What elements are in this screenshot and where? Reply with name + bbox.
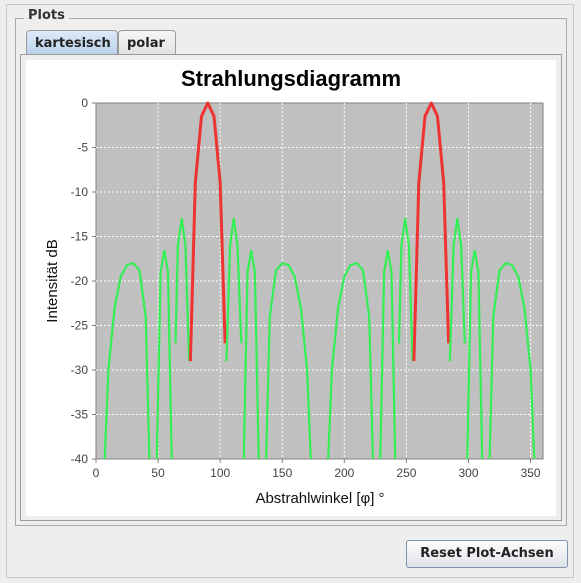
y-tick-label: -40 bbox=[71, 452, 89, 466]
y-tick-label: -30 bbox=[71, 363, 89, 377]
x-tick-label: 100 bbox=[210, 466, 230, 480]
y-tick-label: -15 bbox=[71, 230, 89, 244]
y-tick-label: -25 bbox=[71, 319, 89, 333]
y-axis-label: Intensität dB bbox=[44, 239, 61, 322]
x-tick-label: 50 bbox=[151, 466, 165, 480]
x-tick-label: 200 bbox=[334, 466, 354, 480]
x-tick-label: 0 bbox=[93, 466, 100, 480]
x-axis-label: Abstrahlwinkel [φ] ° bbox=[255, 490, 384, 507]
y-tick-label: -5 bbox=[77, 141, 88, 155]
plot-area[interactable] bbox=[95, 102, 544, 460]
y-tick-label: -20 bbox=[71, 274, 89, 288]
x-tick-label: 350 bbox=[521, 466, 541, 480]
y-tick-label: 0 bbox=[81, 96, 88, 110]
x-tick-label: 150 bbox=[272, 466, 292, 480]
radiation-chart: Strahlungsdiagramm 0 50 100 150 200 250 300 350… bbox=[44, 66, 544, 507]
reset-plot-axes-button[interactable]: Reset Plot-Achsen bbox=[406, 540, 568, 568]
x-tick-label: 300 bbox=[458, 466, 478, 480]
y-tick-label: -35 bbox=[71, 408, 89, 422]
x-tick-label: 250 bbox=[396, 466, 416, 480]
chart-title: Strahlungsdiagramm bbox=[181, 66, 401, 91]
y-tick-label: -10 bbox=[71, 185, 89, 199]
